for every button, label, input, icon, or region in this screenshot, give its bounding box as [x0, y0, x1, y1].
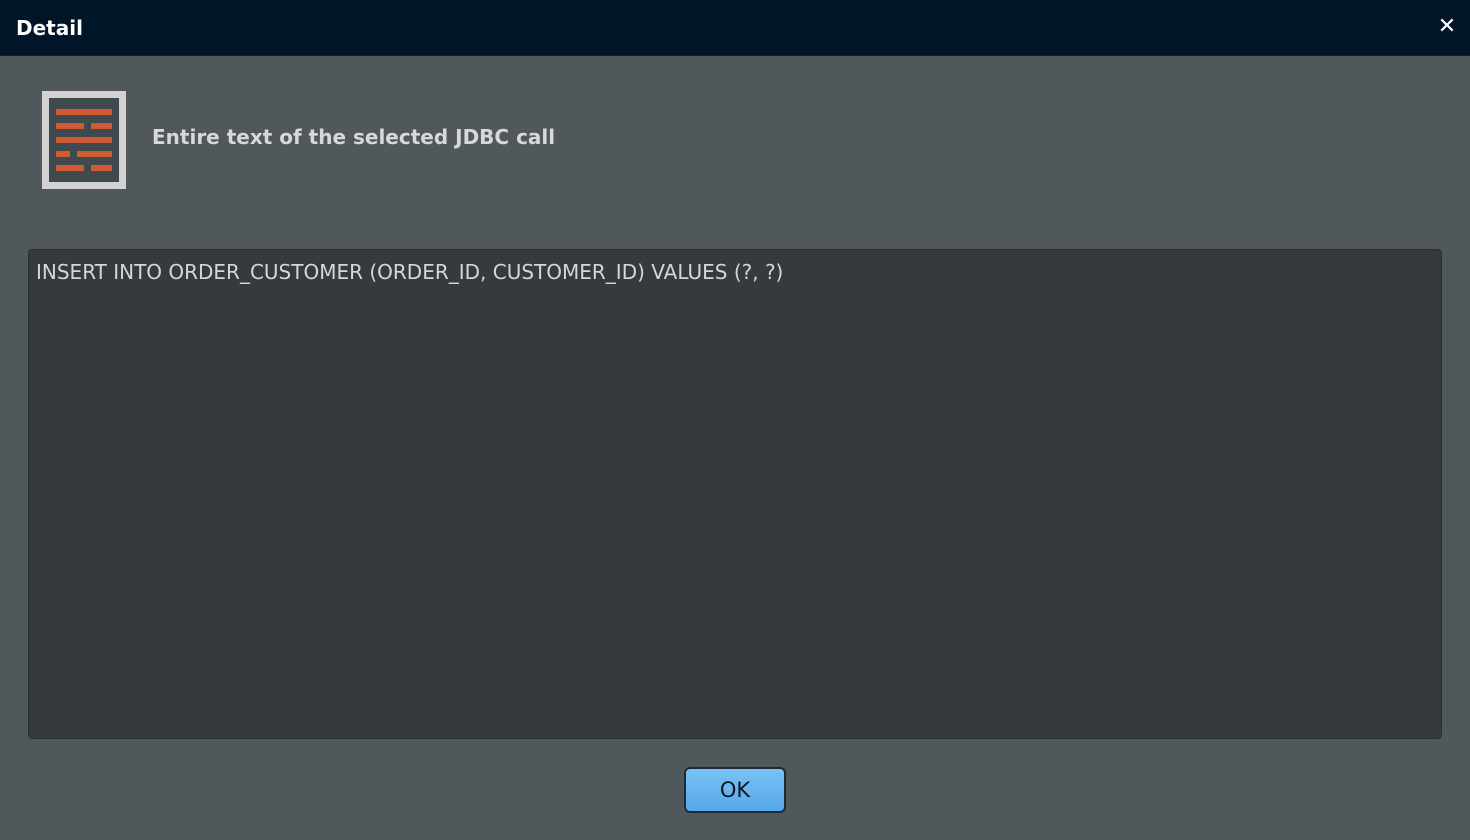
title-bar: Detail ✕ — [0, 0, 1470, 56]
dialog-title: Detail — [16, 16, 83, 40]
document-lines-icon — [56, 109, 112, 171]
dialog-subtitle: Entire text of the selected JDBC call — [152, 125, 556, 149]
close-icon[interactable]: ✕ — [1434, 12, 1460, 42]
jdbc-call-text-area[interactable]: INSERT INTO ORDER_CUSTOMER (ORDER_ID, CU… — [28, 249, 1442, 739]
detail-dialog: Detail ✕ Entire text of the selected JDB… — [0, 0, 1470, 840]
document-text-icon-inner — [49, 98, 119, 182]
ok-button[interactable]: OK — [684, 767, 786, 813]
document-text-icon — [42, 91, 126, 189]
